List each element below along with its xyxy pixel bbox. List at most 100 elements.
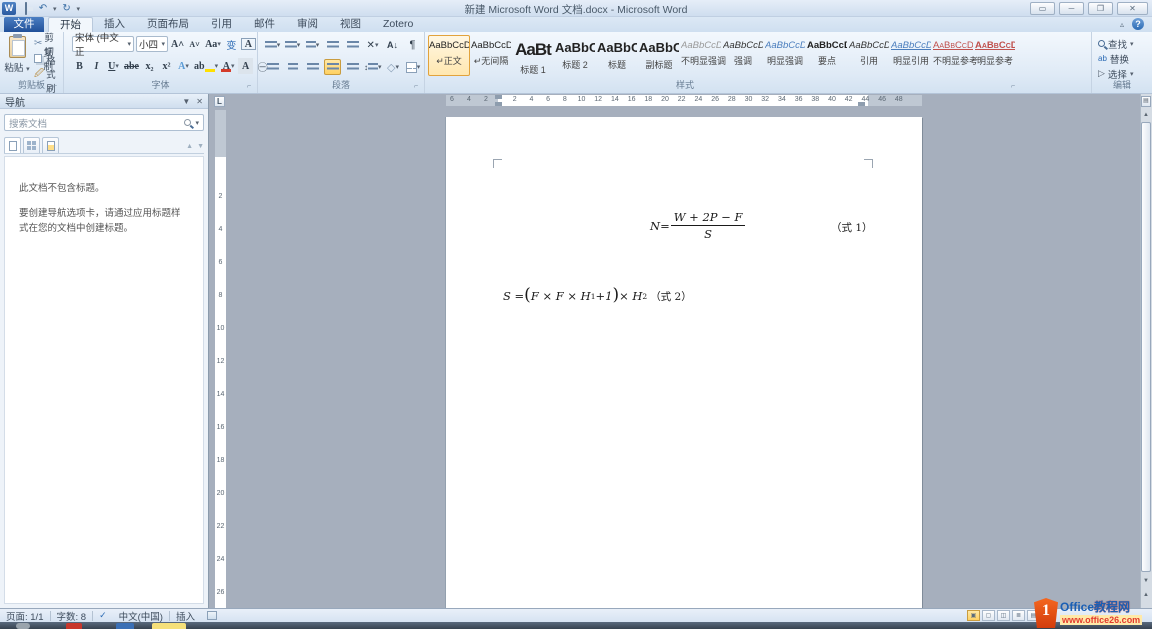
style-chip-无间隔[interactable]: AaBbCcDd↵无间隔 <box>470 35 512 76</box>
macro-record-button[interactable] <box>201 609 223 623</box>
fullscreen-reading-view-button[interactable]: ▢ <box>982 610 995 621</box>
minimize-button[interactable]: ─ <box>1059 2 1084 15</box>
tab-stop-selector[interactable]: L <box>214 96 225 107</box>
navigation-close-icon[interactable]: ✕ <box>196 97 203 106</box>
ruler-number: 2 <box>484 96 488 103</box>
subscript-button[interactable]: x₂ <box>142 58 157 74</box>
previous-heading-icon[interactable]: ▲ <box>186 143 193 150</box>
vertical-ruler[interactable]: 2468101214161820222426 <box>215 110 226 608</box>
asian-layout-button[interactable]: ✕▾ <box>364 37 381 53</box>
align-right-button[interactable] <box>304 59 321 75</box>
navigation-options-caret-icon[interactable]: ▼ <box>182 97 190 106</box>
decrease-indent-button[interactable] <box>324 37 341 53</box>
scroll-down-icon[interactable]: ▼ <box>1141 576 1151 587</box>
bold-button[interactable]: B <box>72 58 87 74</box>
tab-file[interactable]: 文件 <box>4 17 44 32</box>
borders-button[interactable]: ▾ <box>405 59 422 75</box>
font-name-combo[interactable]: 宋体 (中文正▾ <box>72 36 134 52</box>
font-size-combo[interactable]: 小四▾ <box>136 36 168 52</box>
align-center-button[interactable] <box>284 59 301 75</box>
vertical-scrollbar[interactable]: ▤ ▲ ▼ ▲ <box>1140 94 1152 608</box>
restore-button[interactable]: ❐ <box>1088 2 1113 15</box>
style-chip-明显强调[interactable]: AaBbCcDd明显强调 <box>764 35 806 76</box>
first-line-indent-marker[interactable] <box>495 95 502 99</box>
tab-Zotero[interactable]: Zotero <box>372 17 424 32</box>
justify-button[interactable] <box>324 59 341 75</box>
browse-results-tab[interactable] <box>42 137 59 153</box>
style-chip-引用[interactable]: AaBbCcDd引用 <box>848 35 890 76</box>
font-color-button[interactable]: A▾ <box>221 58 236 74</box>
minimize-ribbon-icon[interactable]: ▵ <box>1120 20 1124 29</box>
shrink-font-button[interactable]: A˅ <box>187 36 202 52</box>
style-chip-不明显参考[interactable]: AaBbCcDd不明显参考 <box>932 35 974 76</box>
scroll-up-icon[interactable]: ▲ <box>1141 110 1151 121</box>
font-dialog-launcher[interactable]: ⌐ <box>247 83 255 91</box>
multilevel-list-button[interactable]: ▾ <box>304 37 321 53</box>
style-chip-标题 2[interactable]: AaBbC标题 2 <box>554 35 596 76</box>
style-chip-要点[interactable]: AaBbCcDd要点 <box>806 35 848 76</box>
sort-button[interactable]: A↓ <box>384 37 401 53</box>
ruler-number: 8 <box>563 96 567 103</box>
increase-indent-button[interactable] <box>344 37 361 53</box>
distribute-button[interactable] <box>344 59 361 75</box>
style-chip-正文[interactable]: AaBbCcDd↵正文 <box>428 35 470 76</box>
close-button[interactable]: ✕ <box>1117 2 1148 15</box>
change-case-button[interactable]: Aa▾ <box>204 36 222 52</box>
outline-view-button[interactable]: ≣ <box>1012 610 1025 621</box>
style-chip-标题 1[interactable]: AaBt标题 1 <box>512 35 554 76</box>
line-spacing-button[interactable]: ↕▾ <box>364 59 382 75</box>
next-heading-icon[interactable]: ▼ <box>197 143 204 150</box>
italic-button[interactable]: I <box>89 58 104 74</box>
help-icon[interactable]: ? <box>1132 18 1144 30</box>
page-indicator[interactable]: 页面: 1/1 <box>0 609 50 623</box>
search-options-caret-icon[interactable]: ▾ <box>195 119 199 127</box>
tab-页面布局[interactable]: 页面布局 <box>136 17 200 32</box>
tab-引用[interactable]: 引用 <box>200 17 243 32</box>
print-layout-view-button[interactable]: ▣ <box>967 610 980 621</box>
styles-dialog-launcher[interactable]: ⌐ <box>1011 83 1019 91</box>
tab-视图[interactable]: 视图 <box>329 17 372 32</box>
scrollbar-thumb[interactable] <box>1141 122 1151 572</box>
grow-font-button[interactable]: A˄ <box>170 36 185 52</box>
clipboard-dialog-launcher[interactable]: ⌐ <box>53 83 61 91</box>
numbering-icon <box>285 41 297 50</box>
tab-邮件[interactable]: 邮件 <box>243 17 286 32</box>
document-page[interactable]: N=W + 2P − FS （式 1） S = (F × F × H1 +1)×… <box>446 117 922 608</box>
style-chip-不明显强调[interactable]: AaBbCcDd不明显强调 <box>680 35 722 76</box>
align-left-button[interactable] <box>264 59 281 75</box>
text-effects-button[interactable]: A▾ <box>176 58 191 74</box>
show-marks-button[interactable]: ¶ <box>404 37 421 53</box>
word-count[interactable]: 字数: 8 <box>51 609 93 623</box>
paragraph-dialog-launcher[interactable]: ⌐ <box>414 83 422 91</box>
shading-button[interactable]: ◇▾ <box>385 59 402 75</box>
web-layout-view-button[interactable]: ◫ <box>997 610 1010 621</box>
document-search-input[interactable]: 搜索文档 ▾ <box>4 114 204 131</box>
horizontal-ruler[interactable]: 6422468101214161820222426283032343638404… <box>446 95 922 106</box>
paste-button[interactable]: 粘贴 ▾ <box>3 35 31 81</box>
addin-window-button[interactable]: ▭ <box>1030 2 1055 15</box>
underline-button[interactable]: U▾ <box>106 58 121 74</box>
find-button[interactable]: 查找 ▾ <box>1098 36 1134 51</box>
ruler-toggle-button[interactable]: ▤ <box>1141 96 1151 107</box>
numbering-button[interactable]: ▾ <box>284 37 301 53</box>
hanging-indent-marker[interactable] <box>495 102 502 106</box>
highlight-button[interactable]: ab▾ <box>193 58 219 74</box>
style-chip-标题[interactable]: AaBbC标题 <box>596 35 638 76</box>
tab-审阅[interactable]: 审阅 <box>286 17 329 32</box>
strikethrough-button[interactable]: abe <box>123 58 140 74</box>
superscript-button[interactable]: x² <box>159 58 174 74</box>
style-chip-强调[interactable]: AaBbCcDd强调 <box>722 35 764 76</box>
browse-headings-tab[interactable] <box>4 137 21 153</box>
language-indicator[interactable]: 中文(中国) <box>113 609 169 623</box>
character-shading-button[interactable]: A <box>238 58 253 74</box>
bullets-button[interactable]: ▾ <box>264 37 281 53</box>
proofing-status[interactable]: ✓ <box>93 609 113 623</box>
replace-button[interactable]: ab替换 <box>1098 51 1134 66</box>
phonetic-guide-button[interactable]: 变 <box>224 36 239 52</box>
browse-pages-tab[interactable] <box>23 137 40 153</box>
style-chip-副标题[interactable]: AaBbC副标题 <box>638 35 680 76</box>
character-border-button[interactable]: A <box>241 38 256 50</box>
style-chip-明显引用[interactable]: AaBbCcDd明显引用 <box>890 35 932 76</box>
insert-mode-indicator[interactable]: 插入 <box>170 609 201 623</box>
style-chip-明显参考[interactable]: AaBbCcDd明显参考 <box>974 35 1016 76</box>
